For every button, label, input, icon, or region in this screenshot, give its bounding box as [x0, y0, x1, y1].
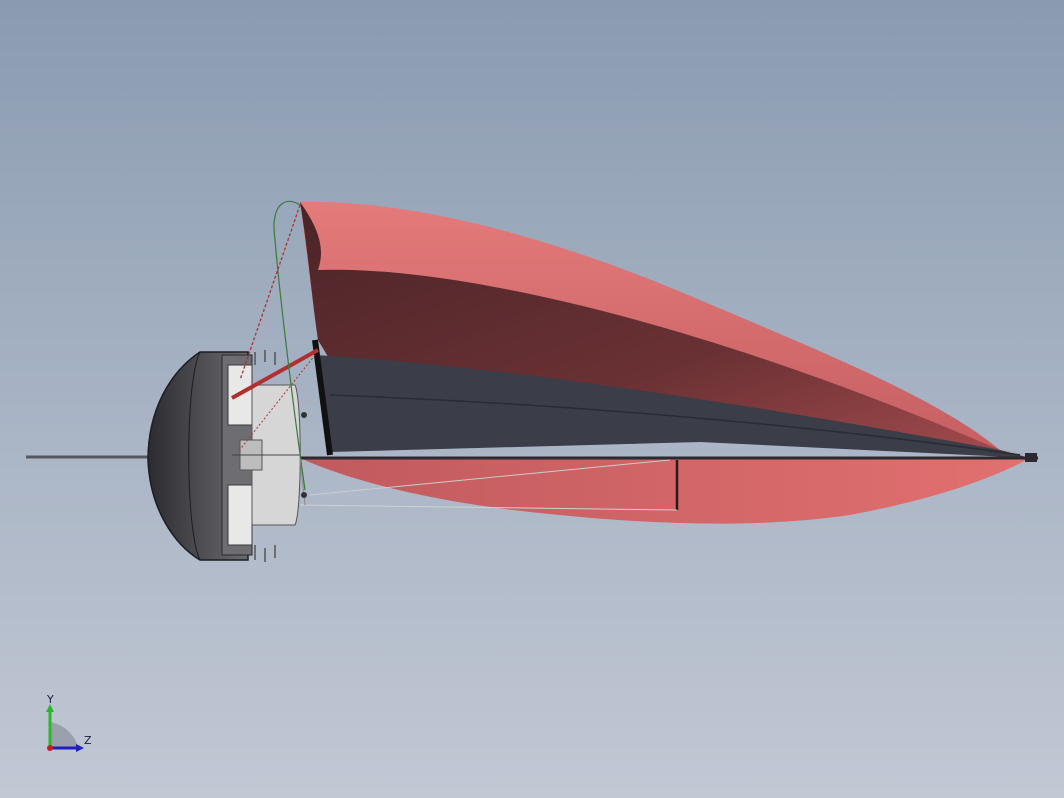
coordinate-triad-icon — [46, 704, 84, 752]
spinnaker-lower — [300, 458, 1030, 524]
coordinate-triad: Y Z — [38, 694, 98, 758]
y-axis-label: Y — [47, 693, 54, 706]
z-axis-label: Z — [84, 734, 92, 747]
graphics-viewport[interactable]: Y Z — [0, 0, 1064, 798]
sailboat-model[interactable] — [0, 0, 1064, 798]
